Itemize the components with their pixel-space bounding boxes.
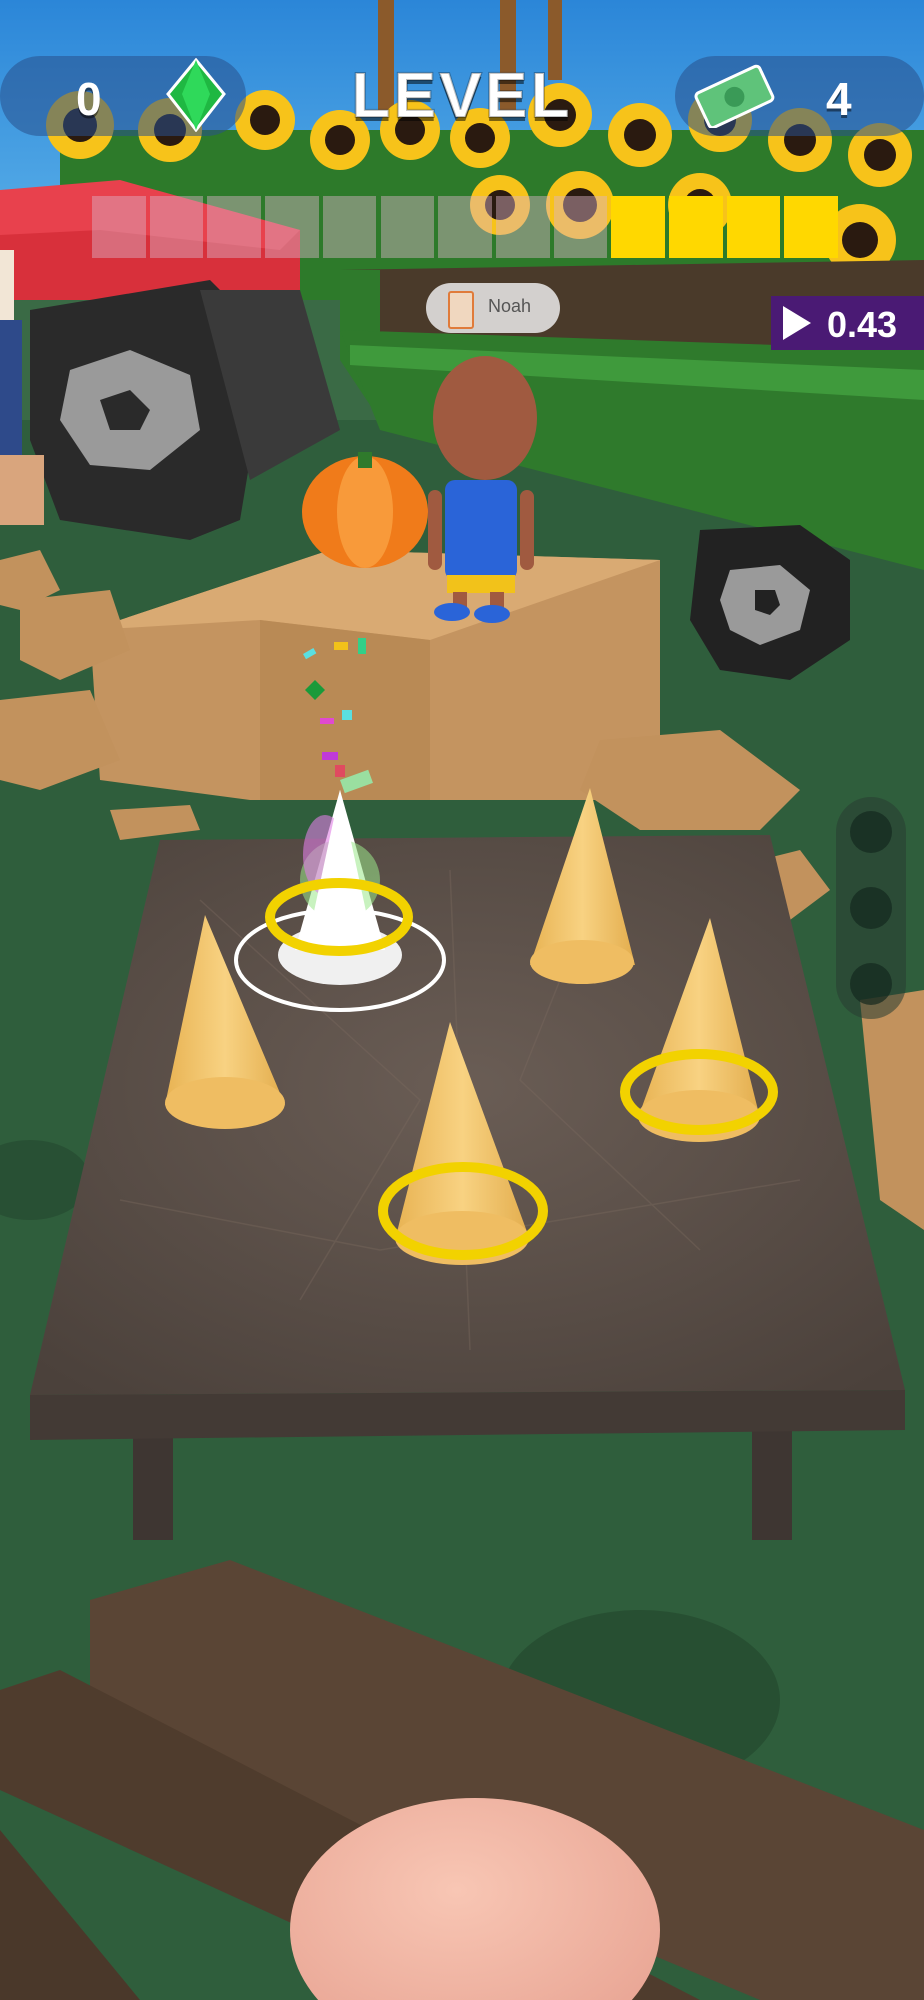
progress-segment <box>611 196 665 258</box>
slider-dot <box>850 963 892 1005</box>
avatar <box>448 291 474 329</box>
opponent-name: Noah <box>488 296 532 316</box>
slider-dot <box>850 887 892 929</box>
progress-segment <box>726 196 781 258</box>
progress-segment <box>265 196 319 258</box>
progress-segment <box>207 196 262 258</box>
progress-segment <box>92 196 146 258</box>
progress-segment <box>438 196 492 258</box>
side-slider[interactable] <box>836 797 906 1019</box>
progress-segment <box>380 196 435 258</box>
progress-segment <box>149 196 204 258</box>
cash-count: 4 <box>826 73 852 125</box>
timer-badge: 0.43 <box>771 296 924 350</box>
opponent-name-tag: Noah <box>426 283 560 333</box>
progress-segment <box>495 196 550 258</box>
progress-segment <box>669 196 723 258</box>
level-progress-bar <box>92 196 842 258</box>
progress-segment <box>784 196 839 258</box>
progress-segment <box>322 196 377 258</box>
play-icon <box>783 306 811 340</box>
banknote-icon <box>694 64 775 128</box>
slider-dot <box>850 811 892 853</box>
timer-value: 0.43 <box>827 304 898 345</box>
progress-segment <box>553 196 608 258</box>
